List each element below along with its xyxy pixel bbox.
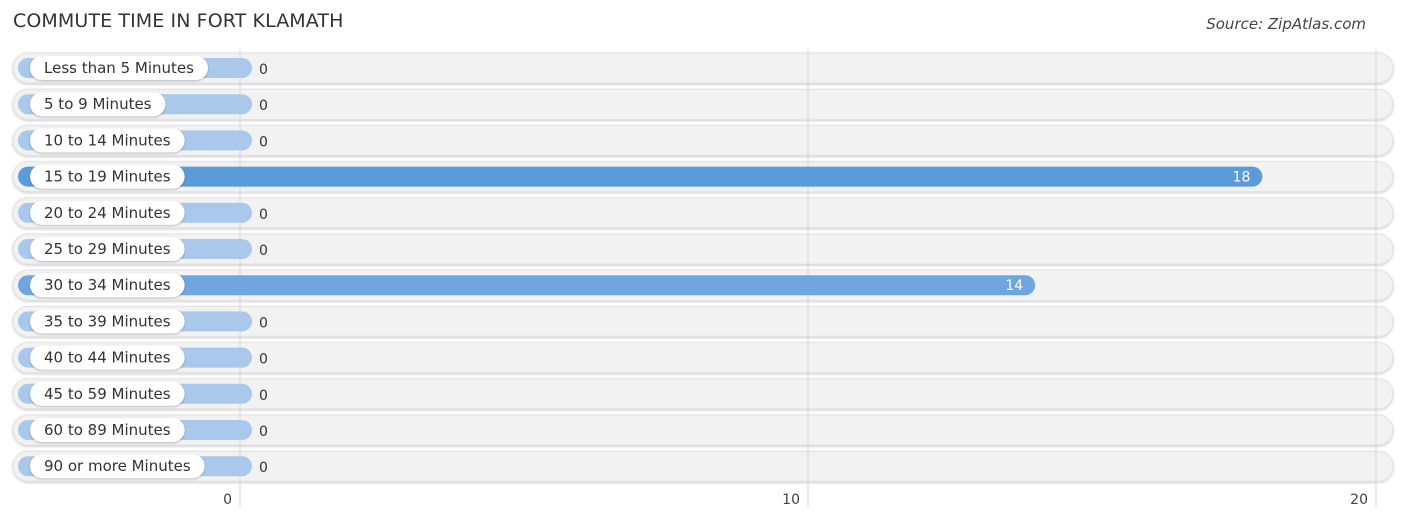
category-label: 40 to 44 Minutes — [44, 349, 171, 367]
category-label: 5 to 9 Minutes — [44, 95, 152, 113]
category-label: 30 to 34 Minutes — [44, 276, 171, 294]
value-label: 0 — [259, 98, 268, 114]
category-label: Less than 5 Minutes — [44, 59, 194, 77]
value-label: 0 — [259, 207, 268, 223]
category-label: 60 to 89 Minutes — [44, 421, 171, 439]
bar-chart: Less than 5 Minutes 0 5 to 9 Minutes 0 10 to… — [12, 50, 1394, 508]
value-label: 18 — [1233, 170, 1251, 186]
value-label: 0 — [259, 62, 268, 78]
category-label: 10 to 14 Minutes — [44, 131, 171, 149]
category-label: 45 to 59 Minutes — [44, 385, 171, 403]
x-tick-label: 20 — [1350, 492, 1368, 508]
value-label: 0 — [259, 243, 268, 259]
bar — [18, 166, 1263, 187]
category-label: 20 to 24 Minutes — [44, 204, 171, 222]
x-tick-label: 0 — [223, 492, 232, 508]
category-label: 15 to 19 Minutes — [44, 168, 171, 186]
value-label: 0 — [259, 352, 268, 368]
x-tick-label: 10 — [782, 492, 800, 508]
value-label: 0 — [259, 460, 268, 476]
category-label: 90 or more Minutes — [44, 457, 191, 475]
category-label: 35 to 39 Minutes — [44, 312, 171, 330]
value-label: 0 — [259, 424, 268, 440]
value-label: 0 — [259, 134, 268, 150]
value-label: 14 — [1005, 278, 1023, 294]
value-label: 0 — [259, 315, 268, 331]
value-label: 0 — [259, 388, 268, 404]
category-label: 25 to 29 Minutes — [44, 240, 171, 258]
